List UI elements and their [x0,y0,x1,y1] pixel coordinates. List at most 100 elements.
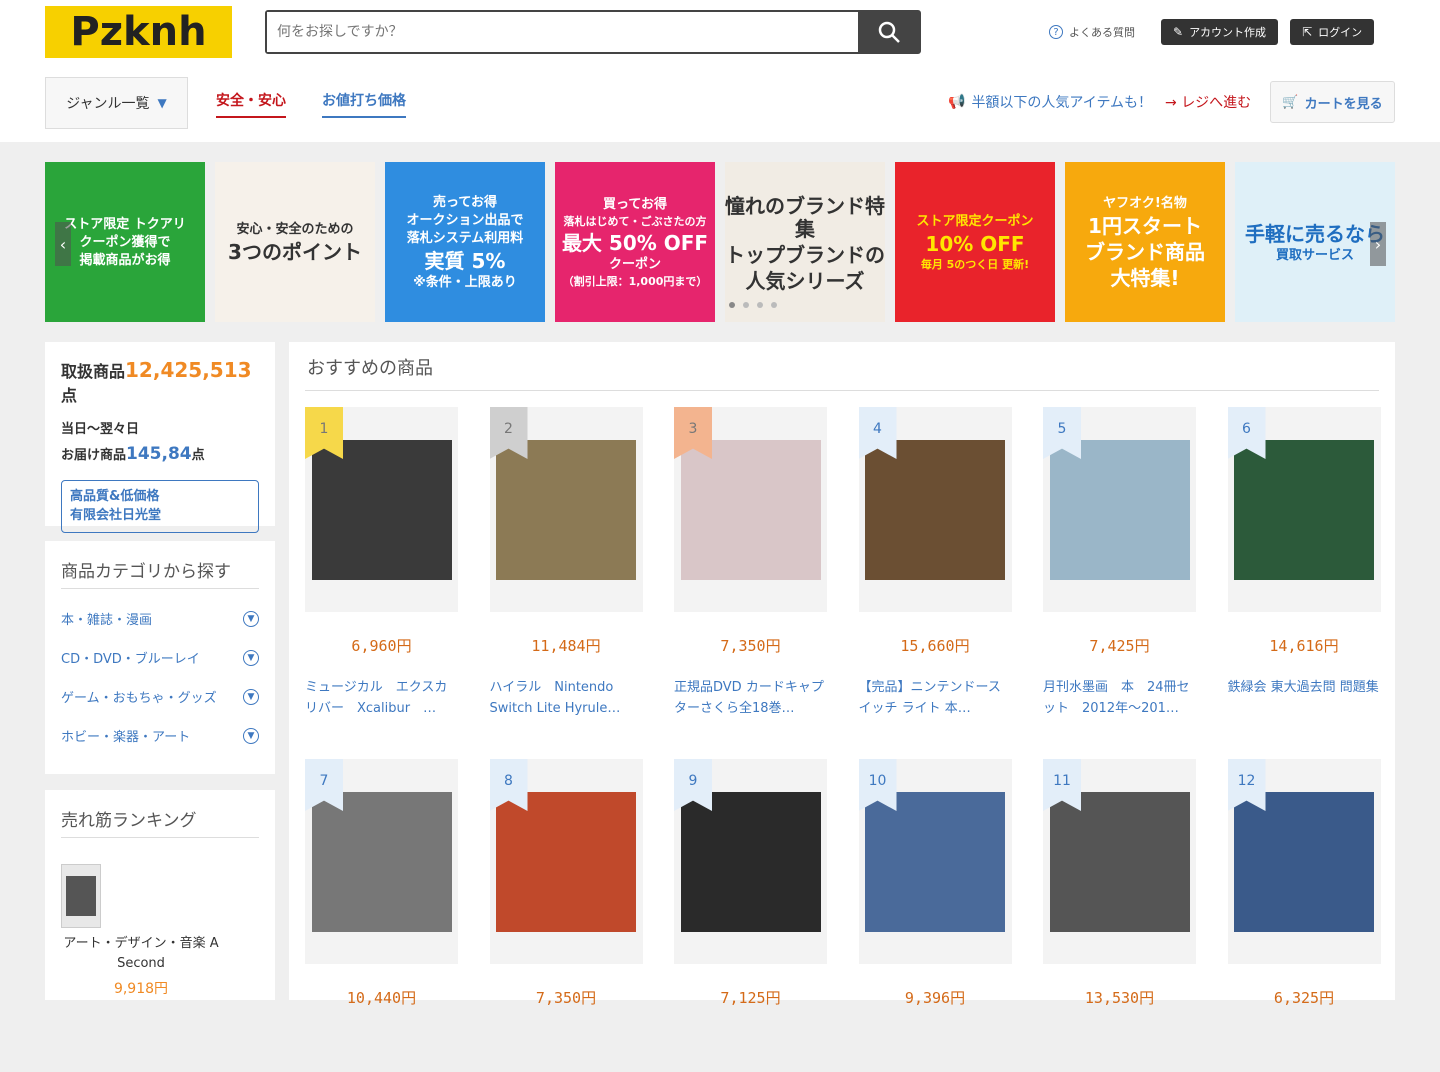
product-card[interactable]: 10 9,396円 [858,759,1012,1072]
product-price: 15,660円 [900,637,970,655]
product-image[interactable]: 7 [305,759,458,964]
product-price: 14,616円 [1269,637,1339,655]
product-image[interactable]: 12 [1227,759,1381,964]
product-card[interactable]: 7 10,440円 [305,759,458,1072]
create-account-label: アカウント作成 [1189,26,1267,39]
chevron-down-icon: ▼ [157,96,167,110]
product-price: 11,484円 [531,637,601,655]
site-logo[interactable]: Pzknh [45,6,232,58]
product-image[interactable]: 3 [674,407,827,612]
carousel-dot[interactable] [757,302,763,308]
tab-safe[interactable]: 安全・安心 [216,90,286,118]
banner-7[interactable]: ヤフオク!名物 1円スタート ブランド商品 大特集! [1065,162,1225,322]
delivery-label2: お届け商品 [61,447,127,463]
chevron-down-icon[interactable]: ▼ [243,688,259,705]
product-image[interactable]: 4 [858,407,1012,612]
faq-link[interactable]: ? よくある質問 [1049,24,1135,40]
product-title[interactable]: ハイラル Nintendo Switch Lite Hyrule… [490,678,643,720]
product-card[interactable]: 5 7,425円月刊水墨画 本 24冊セット 2012年〜201… [1043,407,1196,720]
banner-carousel: ストア限定 トクアリ クーポン獲得で 掲載商品がお得 安心・安全のための 3つのポイント… [45,162,1395,322]
ranking-title: 売れ筋ランキング [61,806,259,838]
search-button[interactable] [858,12,919,52]
chevron-down-icon[interactable]: ▼ [243,610,259,627]
search-bar [265,10,921,54]
banner-text: 憧れのブランド特集 [725,193,885,241]
carousel-dot[interactable] [729,302,735,308]
category-label: ゲーム・おもちゃ・グッズ [61,691,217,706]
tab-deal[interactable]: お値打ち価格 [322,90,406,118]
product-card[interactable]: 4 15,660円【完品】ニンテンドースイッチ ライト 本… [858,407,1012,720]
product-card[interactable]: 12 6,325円 [1227,759,1381,1072]
shop-line2: 有限会社日光堂 [70,508,162,524]
product-photo [311,439,452,580]
product-price: 7,425円 [1089,637,1150,655]
product-photo [496,791,636,932]
banner-text: 売ってお得 [433,195,497,211]
arrow-right-icon: → [1165,95,1182,111]
product-image[interactable]: 8 [489,759,643,964]
carousel-dot[interactable] [743,302,749,308]
product-title[interactable]: 鉄緑会 東大過去問 問題集 [1228,678,1381,720]
create-account-button[interactable]: ✎ アカウント作成 [1161,19,1279,45]
login-button[interactable]: ⇱ ログイン [1290,19,1375,45]
product-image[interactable]: 2 [489,407,643,612]
product-title[interactable] [1228,1030,1381,1072]
cart-button[interactable]: 🛒 カートを見る [1270,81,1395,123]
banner-text: 3つのポイント [228,239,362,264]
product-title[interactable] [490,1030,643,1072]
product-image[interactable]: 10 [858,759,1012,964]
chevron-down-icon[interactable]: ▼ [243,649,259,666]
product-title[interactable]: 月刊水墨画 本 24冊セット 2012年〜201… [1043,678,1196,720]
product-card[interactable]: 11 13,530円 [1043,759,1196,1072]
banner-text: 実質 5% [424,248,506,273]
checkout-link[interactable]: → レジへ進む [1165,92,1251,112]
product-card[interactable]: 1 6,960円 ミュージカル エクスカリバー Xcalibur … [305,407,458,720]
promo-link[interactable]: 📢 半額以下の人気アイテムも！ [948,92,1152,112]
carousel-next-arrow[interactable]: › [1370,222,1386,266]
ranking-item-title[interactable]: アート・デザイン・音楽 A Second [61,934,221,974]
login-icon: ⇱ [1302,25,1313,39]
product-photo [1234,791,1374,932]
megaphone-icon: 📢 [948,94,966,110]
product-card[interactable]: 3 7,350円 正規品DVD カードキャプターさくら全18巻… [674,407,827,720]
product-photo [1234,439,1374,580]
product-title[interactable]: 【完品】ニンテンドースイッチ ライト 本… [859,678,1012,720]
product-photo [1049,791,1190,932]
banner-3[interactable]: 売ってお得 オークション出品で 落札システム利用料 実質 5% ※条件・上限あり [385,162,545,322]
product-image[interactable]: 11 [1043,759,1196,964]
banner-6[interactable]: ストア限定クーポン 10% OFF 毎月 5のつく日 更新! [895,162,1055,322]
banner-5[interactable]: 憧れのブランド特集 トップブランドの 人気シリーズ [725,162,885,322]
product-image[interactable]: 5 [1043,407,1196,612]
banner-4[interactable]: 買ってお得 落札はじめて・ごぶさたの方 最大 50% OFF クーポン （割引上限：1,… [555,162,715,322]
genre-label: ジャンル一覧 [66,96,150,112]
product-title[interactable] [674,1030,827,1072]
product-title[interactable]: ミュージカル エクスカリバー Xcalibur … [305,678,458,720]
shop-line1: 高品質&低価格 [70,488,160,504]
category-item[interactable]: 本・雑誌・漫画 ▼ [61,609,259,628]
genre-menu-button[interactable]: ジャンル一覧 ▼ [45,77,188,129]
product-image[interactable]: 1 [305,407,458,612]
product-card[interactable]: 6 14,616円鉄緑会 東大過去問 問題集 [1227,407,1381,720]
product-title[interactable] [859,1030,1012,1072]
product-image[interactable]: 9 [674,759,827,964]
ranking-item-image[interactable] [61,864,101,928]
faq-label: よくある質問 [1069,26,1135,39]
product-title[interactable] [305,1030,458,1072]
shop-link[interactable]: 高品質&低価格 有限会社日光堂 [61,479,259,533]
product-title[interactable] [1043,1030,1196,1072]
search-input[interactable] [267,12,858,52]
product-card[interactable]: 8 7,350円 [489,759,643,1072]
question-icon: ? [1049,25,1063,39]
product-image[interactable]: 6 [1227,407,1381,612]
product-title[interactable]: 正規品DVD カードキャプターさくら全18巻… [674,678,827,720]
category-item[interactable]: CD・DVD・ブルーレイ ▼ [61,648,259,667]
chevron-down-icon[interactable]: ▼ [243,727,259,744]
banner-text: （割引上限：1,000円まで） [562,274,708,288]
carousel-prev-arrow[interactable]: ‹ [55,222,71,266]
banner-2[interactable]: 安心・安全のための 3つのポイント [215,162,375,322]
product-card[interactable]: 2 11,484円ハイラル Nintendo Switch Lite Hyrule… [489,407,643,720]
product-card[interactable]: 9 7,125円 [674,759,827,1072]
carousel-dot[interactable] [771,302,777,308]
category-item[interactable]: ホビー・楽器・アート ▼ [61,726,259,745]
category-item[interactable]: ゲーム・おもちゃ・グッズ ▼ [61,687,259,706]
